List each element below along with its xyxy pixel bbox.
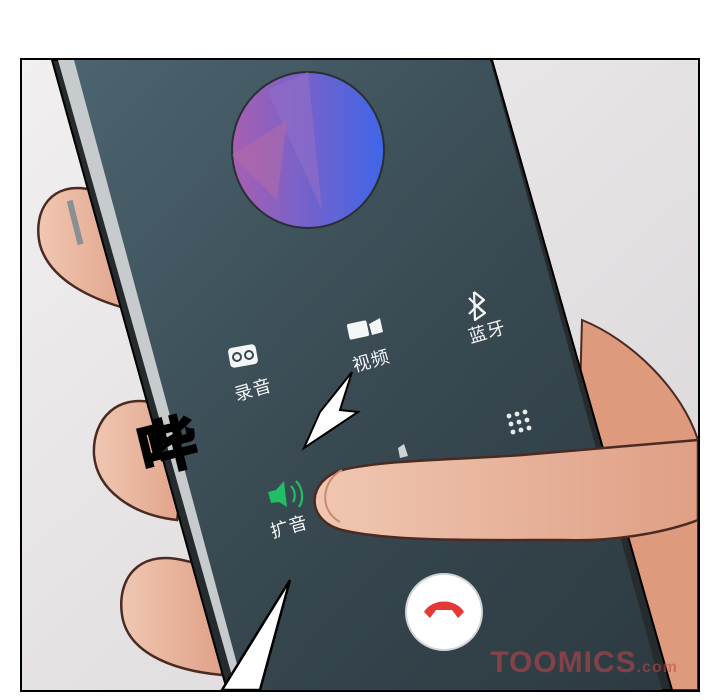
- comic-panel: 录音 视频 蓝牙 扩音 哔 TOOMICS.com: [20, 58, 700, 692]
- watermark: TOOMICS.com: [490, 646, 678, 680]
- hang-up-button[interactable]: [405, 573, 483, 651]
- caller-avatar: [231, 71, 385, 229]
- watermark-brand: TOOMICS: [490, 646, 637, 679]
- watermark-domain: .com: [636, 659, 678, 676]
